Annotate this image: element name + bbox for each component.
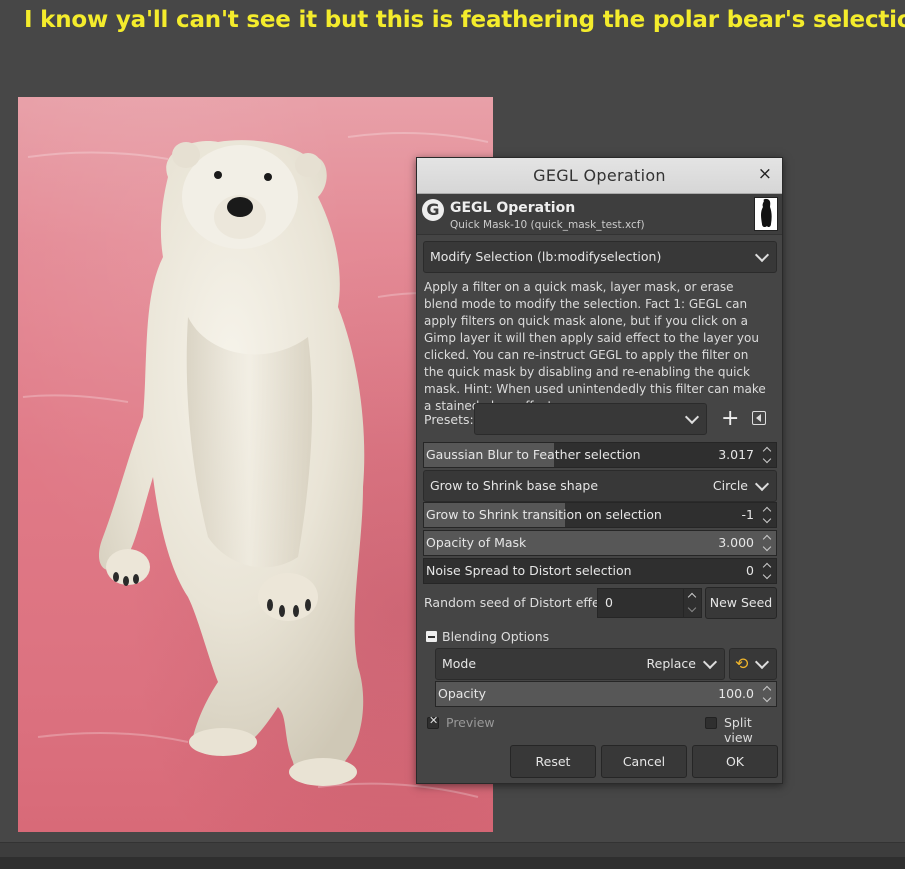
gegl-logo-icon: G: [422, 199, 444, 221]
layer-thumbnail: [754, 197, 778, 231]
close-icon[interactable]: ×: [758, 164, 772, 184]
collapse-icon[interactable]: [426, 631, 437, 642]
preview-checkbox[interactable]: ✕: [427, 714, 439, 729]
new-seed-button[interactable]: New Seed: [705, 587, 777, 619]
random-seed-label: Random seed of Distort effect: [424, 595, 612, 610]
dialog-titlebar[interactable]: GEGL Operation ×: [417, 158, 782, 194]
chevron-down-icon: [684, 409, 700, 425]
presets-label: Presets:: [424, 412, 474, 427]
opacity-mask-label: Opacity of Mask: [426, 535, 527, 550]
preview-label: Preview: [446, 715, 495, 730]
gaussian-blur-label: Gaussian Blur to Feather selection: [426, 447, 641, 462]
chevron-down-icon: [754, 654, 770, 670]
add-preset-icon[interactable]: +: [721, 406, 739, 431]
random-seed-input[interactable]: 0: [597, 588, 702, 618]
chevron-down-icon: [754, 476, 770, 492]
seed-spin-arrows-icon[interactable]: [683, 589, 701, 617]
split-view-label: Split view: [724, 715, 753, 745]
grow-shrink-shape-select[interactable]: Grow to Shrink base shape Circle: [423, 470, 777, 502]
header-subtitle: Quick Mask-10 (quick_mask_test.xcf): [450, 219, 645, 231]
blend-opacity-value: 100.0: [718, 686, 754, 701]
grow-shrink-label: Grow to Shrink transition on selection: [426, 507, 662, 522]
opacity-mask-spinscale[interactable]: Opacity of Mask 3.000: [423, 530, 777, 556]
reset-arrow-icon: ⟲: [735, 654, 749, 673]
operation-select[interactable]: Modify Selection (lb:modifyselection): [423, 241, 777, 273]
gegl-operation-dialog: GEGL Operation × G GEGL Operation Quick …: [416, 157, 783, 784]
blend-mode-select[interactable]: Mode Replace: [435, 648, 725, 680]
grow-shrink-value: -1: [741, 507, 754, 522]
grow-shrink-transition-spinscale[interactable]: Grow to Shrink transition on selection -…: [423, 502, 777, 528]
shape-label: Grow to Shrink base shape: [430, 478, 599, 493]
spin-arrows-icon[interactable]: [759, 531, 776, 555]
operation-description: Apply a filter on a quick mask, layer ma…: [424, 280, 766, 413]
gaussian-blur-value: 3.017: [718, 447, 754, 462]
shape-value: Circle: [712, 478, 748, 493]
operation-select-value: Modify Selection (lb:modifyselection): [430, 249, 662, 264]
random-seed-value: 0: [605, 595, 613, 610]
header-title: GEGL Operation: [450, 200, 576, 216]
caption-text: I know ya'll can't see it but this is fe…: [24, 7, 905, 33]
blend-mode-label: Mode: [442, 656, 477, 671]
spin-arrows-icon[interactable]: [759, 682, 776, 706]
spin-arrows-icon[interactable]: [759, 443, 776, 467]
presets-menu-icon[interactable]: [752, 411, 766, 425]
spin-arrows-icon[interactable]: [759, 503, 776, 527]
dialog-title: GEGL Operation: [533, 166, 666, 185]
ok-button[interactable]: OK: [692, 745, 778, 778]
chevron-down-icon: [702, 654, 718, 670]
cancel-button[interactable]: Cancel: [601, 745, 687, 778]
spin-arrows-icon[interactable]: [759, 559, 776, 583]
noise-spread-value: 0: [746, 563, 754, 578]
split-view-checkbox[interactable]: [705, 717, 717, 729]
gaussian-blur-spinscale[interactable]: Gaussian Blur to Feather selection 3.017: [423, 442, 777, 468]
blending-options-label[interactable]: Blending Options: [442, 629, 549, 644]
noise-spread-label: Noise Spread to Distort selection: [426, 563, 632, 578]
presets-select[interactable]: [474, 403, 707, 435]
chevron-down-icon: [754, 247, 770, 263]
blend-opacity-label: Opacity: [438, 686, 487, 701]
reset-button[interactable]: Reset: [510, 745, 596, 778]
blend-mode-value: Replace: [646, 656, 696, 671]
noise-spread-spinscale[interactable]: Noise Spread to Distort selection 0: [423, 558, 777, 584]
composite-mode-select[interactable]: ⟲: [729, 648, 777, 680]
opacity-mask-value: 3.000: [718, 535, 754, 550]
dialog-header: G GEGL Operation Quick Mask-10 (quick_ma…: [417, 194, 782, 235]
status-bar: [0, 842, 905, 869]
blend-opacity-spinscale[interactable]: Opacity 100.0: [435, 681, 777, 707]
